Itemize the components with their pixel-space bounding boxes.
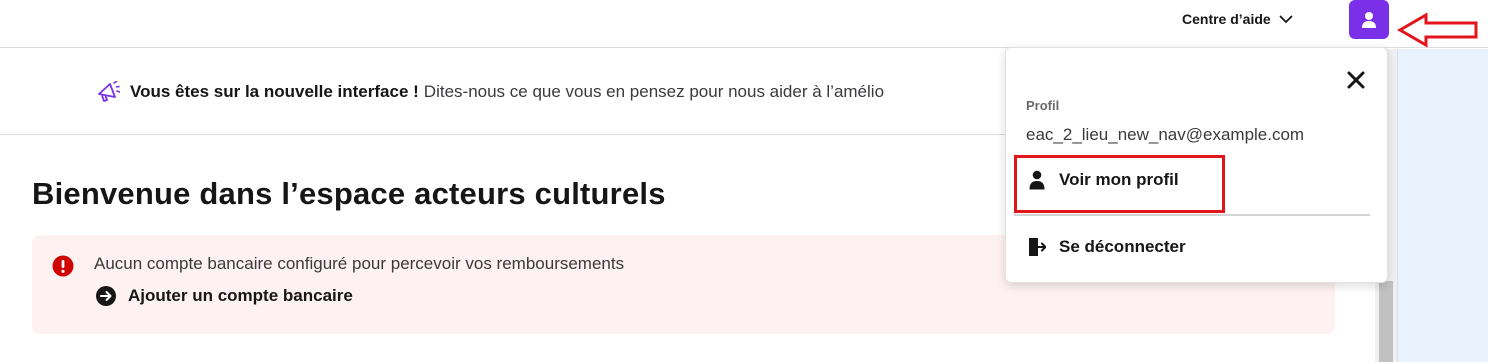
user-email: eac_2_lieu_new_nav@example.com <box>1026 125 1305 144</box>
top-bar: Centre d’aide <box>0 0 1488 48</box>
scrollbar-thumb[interactable] <box>1379 281 1393 362</box>
alert-message: Aucun compte bancaire configuré pour per… <box>94 254 625 273</box>
page-title: Bienvenue dans l’espace acteurs culturel… <box>32 176 666 211</box>
dropdown-divider <box>1014 214 1370 216</box>
side-panel <box>1397 49 1488 362</box>
help-center-label: Centre d’aide <box>1182 11 1271 27</box>
user-menu-button[interactable] <box>1349 0 1389 39</box>
add-bank-account-link[interactable]: Ajouter un compte bancaire <box>96 286 353 306</box>
help-center-menu[interactable]: Centre d’aide <box>1182 9 1293 29</box>
close-icon[interactable] <box>1345 69 1367 91</box>
megaphone-icon <box>98 80 120 102</box>
logout-icon <box>1029 238 1046 256</box>
error-icon <box>52 255 74 277</box>
user-icon <box>1362 11 1376 28</box>
left-arrow-annotation <box>1397 12 1478 48</box>
add-bank-account-label: Ajouter un compte bancaire <box>128 286 353 305</box>
logout-label: Se déconnecter <box>1059 237 1186 256</box>
banner-text: Dites-nous ce que vous en pensez pour no… <box>423 81 885 101</box>
profile-section-label: Profil <box>1026 98 1060 113</box>
arrow-right-circle-icon <box>96 286 116 306</box>
highlight-annotation-box <box>1014 155 1225 213</box>
chevron-down-icon <box>1279 15 1293 23</box>
banner-title: Vous êtes sur la nouvelle interface ! <box>130 81 419 101</box>
logout-button[interactable]: Se déconnecter <box>1028 237 1186 257</box>
